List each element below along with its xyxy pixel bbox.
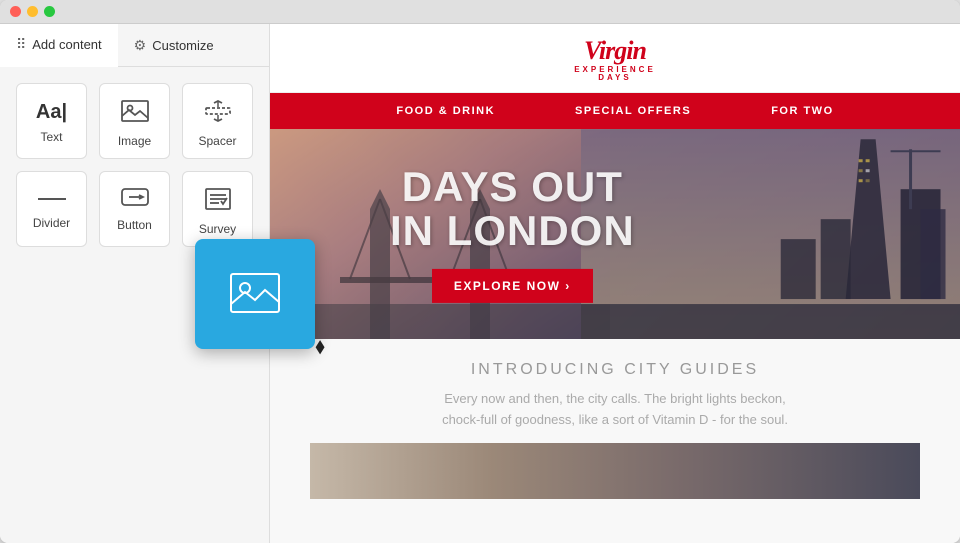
- main-layout: ⠿ Add content ⚙ Customize Aa| Text: [0, 24, 960, 543]
- logo-virgin: Virgin: [584, 36, 646, 65]
- divider-label: Divider: [33, 216, 70, 230]
- tab-add-content[interactable]: ⠿ Add content: [0, 24, 118, 67]
- button-label: Button: [117, 218, 152, 232]
- survey-label: Survey: [199, 222, 236, 236]
- city-guides-body: Every now and then, the city calls. The …: [415, 389, 815, 431]
- email-preview: Virgin EXPERIENCE DAYS FOOD & DRINK SPEC…: [270, 24, 960, 543]
- panel-tabs: ⠿ Add content ⚙ Customize: [0, 24, 269, 67]
- logo: Virgin EXPERIENCE DAYS: [574, 38, 656, 82]
- nav-item-offers[interactable]: SPECIAL OFFERS: [575, 105, 691, 117]
- city-guides-title: INTRODUCING CITY GUIDES: [310, 361, 920, 379]
- tab-add-content-label: Add content: [32, 37, 101, 52]
- content-item-spacer[interactable]: Spacer: [182, 83, 253, 159]
- spacer-label: Spacer: [198, 134, 236, 148]
- spacer-icon: [204, 100, 232, 126]
- tab-customize[interactable]: ⚙ Customize: [118, 24, 230, 66]
- maximize-button[interactable]: [44, 6, 55, 17]
- content-item-survey[interactable]: Survey: [182, 171, 253, 247]
- cursor-icon: ⬧: [315, 333, 325, 359]
- hero-section: DAYS OUT IN LONDON EXPLORE NOW: [270, 129, 960, 339]
- nav-item-fortwo[interactable]: FOR TWO: [771, 105, 833, 117]
- left-panel: ⠿ Add content ⚙ Customize Aa| Text: [0, 24, 270, 543]
- city-image-strip: [310, 443, 920, 499]
- dragging-image-tile: ⬧: [195, 239, 315, 349]
- nav-item-food[interactable]: FOOD & DRINK: [396, 105, 495, 117]
- text-label: Text: [40, 130, 62, 144]
- city-guides-section: INTRODUCING CITY GUIDES Every now and th…: [270, 339, 960, 515]
- city-skyline-svg: [581, 129, 960, 339]
- email-preview-area: Virgin EXPERIENCE DAYS FOOD & DRINK SPEC…: [270, 24, 960, 543]
- minimize-button[interactable]: [27, 6, 38, 17]
- hero-title-line1: DAYS OUT: [402, 163, 623, 210]
- email-nav: FOOD & DRINK SPECIAL OFFERS FOR TWO: [270, 93, 960, 129]
- grid-icon: ⠿: [16, 36, 26, 53]
- close-button[interactable]: [10, 6, 21, 17]
- app-window: ⠿ Add content ⚙ Customize Aa| Text: [0, 0, 960, 543]
- content-item-divider[interactable]: Divider: [16, 171, 87, 247]
- content-item-button[interactable]: Button: [99, 171, 170, 247]
- hero-cta-button[interactable]: EXPLORE NOW: [432, 269, 593, 303]
- text-icon: Aa|: [36, 100, 67, 122]
- hero-title: DAYS OUT IN LONDON: [390, 165, 635, 253]
- titlebar: [0, 0, 960, 24]
- tab-customize-label: Customize: [152, 38, 213, 53]
- logo-days: DAYS: [574, 74, 656, 82]
- content-item-image[interactable]: Image: [99, 83, 170, 159]
- email-logo-area: Virgin EXPERIENCE DAYS: [270, 24, 960, 93]
- divider-icon: [38, 188, 66, 208]
- content-grid: Aa| Text Image: [0, 67, 269, 263]
- image-icon: [121, 100, 149, 126]
- survey-icon: [205, 188, 231, 214]
- button-icon: [121, 188, 149, 210]
- hero-text-area: DAYS OUT IN LONDON EXPLORE NOW: [390, 165, 635, 303]
- gear-icon: ⚙: [134, 37, 147, 54]
- image-label: Image: [118, 134, 151, 148]
- hero-title-line2: IN LONDON: [390, 207, 635, 254]
- content-item-text[interactable]: Aa| Text: [16, 83, 87, 159]
